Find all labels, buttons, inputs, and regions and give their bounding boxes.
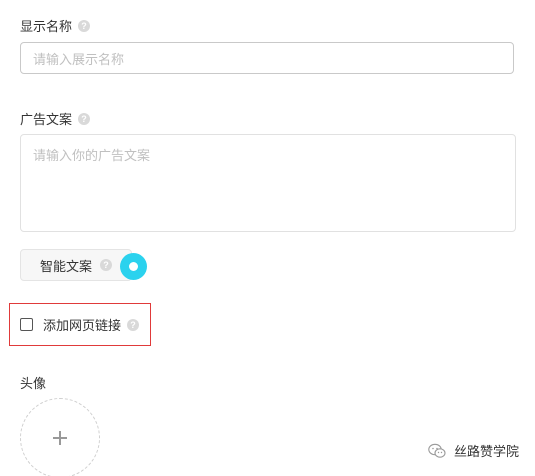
cursor-dot [129, 262, 138, 271]
ad-form-page: 显示名称 ? 请输入展示名称 广告文案 ? 请输入你的广告文案 智能文案 ? 添… [0, 0, 535, 476]
smart-copy-label: 智能文案 [39, 259, 92, 275]
help-icon[interactable]: ? [78, 112, 91, 125]
help-icon[interactable]: ? [127, 318, 140, 331]
help-icon[interactable]: ? [100, 259, 112, 271]
smart-copy-button[interactable]: 智能文案 ? [20, 249, 132, 281]
ad-copy-textarea[interactable]: 请输入你的广告文案 [20, 134, 516, 232]
plus-icon [53, 431, 67, 445]
add-web-link-checkbox[interactable] [20, 318, 33, 331]
avatar-label: 头像 [20, 377, 47, 392]
display-name-label: 显示名称 [20, 20, 73, 35]
cursor-indicator-icon [120, 253, 147, 280]
display-name-input[interactable]: 请输入展示名称 [20, 42, 514, 74]
avatar-upload-button[interactable] [20, 398, 100, 476]
display-name-label-row: 显示名称 ? [20, 16, 91, 35]
avatar-label-row: 头像 [20, 373, 46, 392]
display-name-placeholder: 请输入展示名称 [33, 52, 125, 68]
ad-copy-label: 广告文案 [20, 113, 73, 128]
watermark: 丝路赞学院 [428, 441, 519, 460]
help-icon[interactable]: ? [78, 19, 91, 32]
add-web-link-label: 添加网页链接 [43, 319, 122, 334]
watermark-text: 丝路赞学院 [454, 445, 520, 460]
ad-copy-label-row: 广告文案 ? [20, 109, 91, 128]
add-web-link-option[interactable]: 添加网页链接 ? [20, 315, 140, 334]
ad-copy-placeholder: 请输入你的广告文案 [33, 149, 151, 164]
wechat-icon [428, 443, 446, 458]
